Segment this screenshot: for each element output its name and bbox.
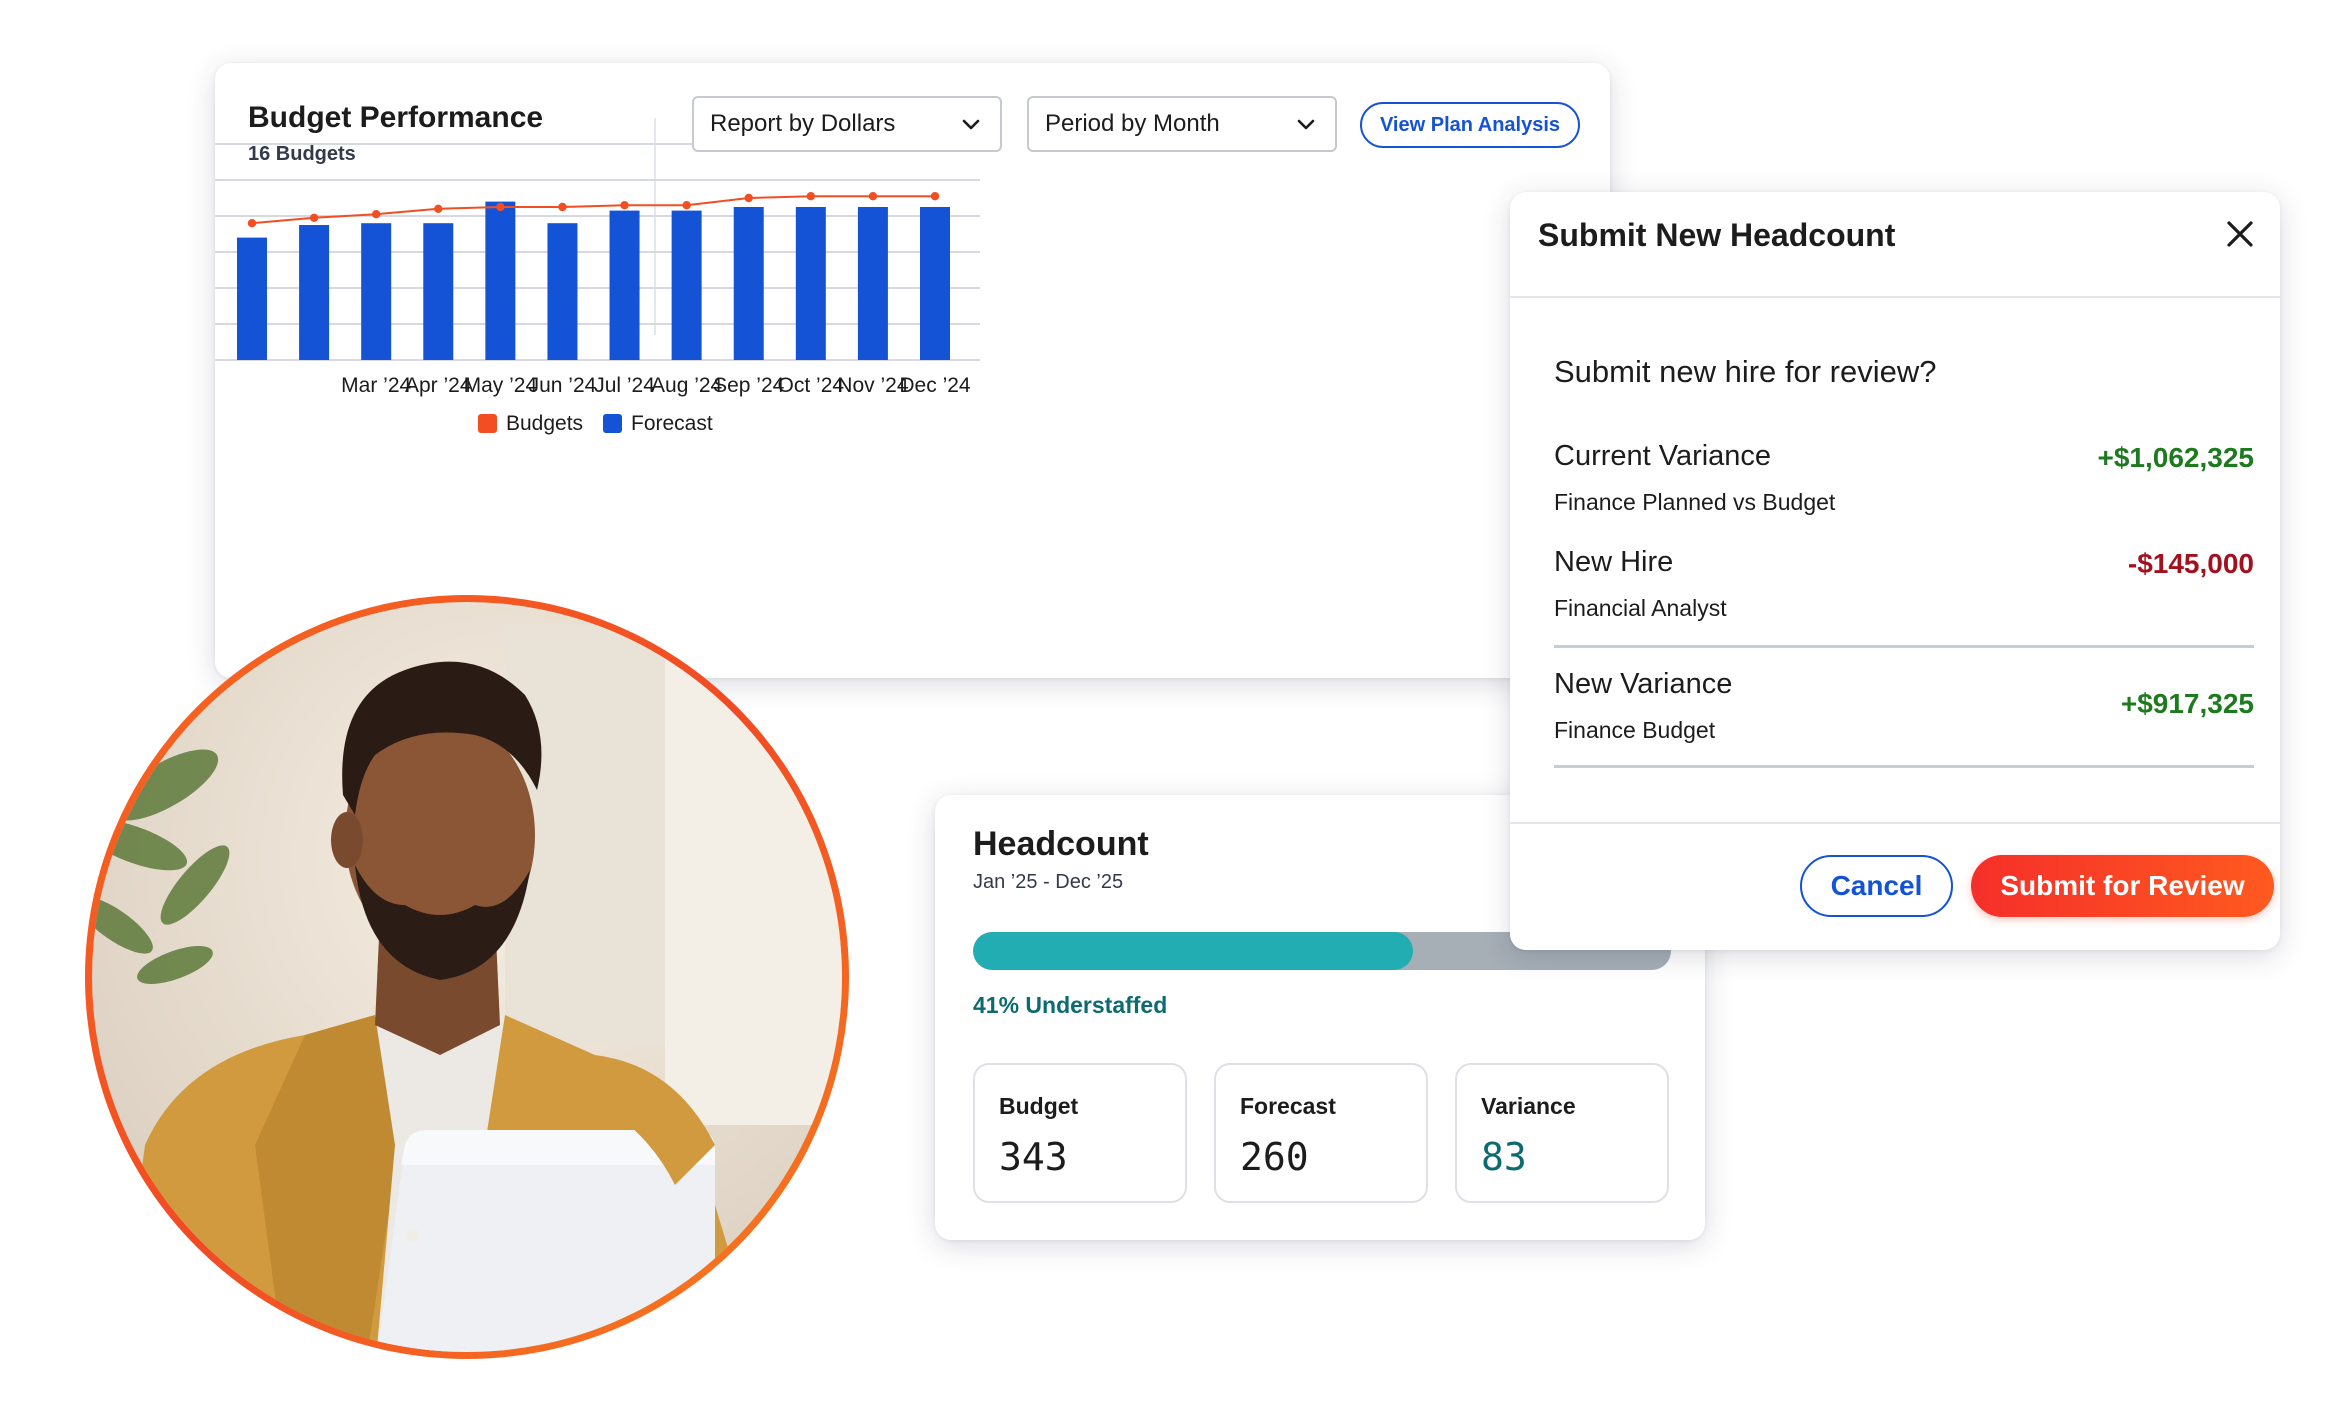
budget-stat: Budget 343 bbox=[973, 1063, 1187, 1203]
new-variance-label: New Variance bbox=[1554, 668, 1733, 700]
period-by-dropdown[interactable]: Period by Month bbox=[1027, 96, 1337, 152]
chevron-down-icon bbox=[1297, 119, 1315, 130]
x-tick-label: Aug ’24 bbox=[651, 374, 723, 397]
forecast-bar bbox=[795, 207, 826, 360]
budgets-point bbox=[371, 210, 381, 219]
budgets-line bbox=[251, 195, 935, 225]
headcount-progress-fill bbox=[973, 932, 1413, 970]
divider bbox=[1510, 296, 2280, 298]
submit-headcount-modal: Submit New Headcount Submit new hire for… bbox=[1510, 192, 2280, 950]
forecast-bar bbox=[547, 223, 578, 360]
x-tick-label: Sep ’24 bbox=[713, 374, 785, 397]
forecast-stat: Forecast 260 bbox=[1214, 1063, 1428, 1203]
current-variance-subtitle: Finance Planned vs Budget bbox=[1554, 489, 1836, 515]
current-variance-amount: +$1,062,325 bbox=[2097, 442, 2255, 473]
budgets-point bbox=[620, 201, 629, 210]
chevron-down-icon bbox=[962, 119, 980, 130]
current-variance-label: Current Variance bbox=[1554, 440, 1772, 472]
chart-title: Budget Performance bbox=[248, 101, 544, 134]
forecast-bar bbox=[299, 225, 330, 360]
variance-stat: Variance 83 bbox=[1455, 1063, 1669, 1203]
new-hire-subtitle: Financial Analyst bbox=[1554, 595, 1727, 621]
report-by-dropdown[interactable]: Report by Dollars bbox=[692, 96, 1002, 152]
budget-count: 16 Budgets bbox=[248, 143, 356, 165]
stat-label: Budget bbox=[999, 1093, 1079, 1119]
staffing-status: 41% Understaffed bbox=[973, 992, 1168, 1018]
legend-label: Budgets bbox=[506, 412, 583, 435]
new-variance-amount: +$917,325 bbox=[2120, 688, 2254, 719]
budgets-point bbox=[247, 219, 257, 228]
submit-for-review-button[interactable]: Submit for Review bbox=[1971, 855, 2274, 917]
divider bbox=[1510, 822, 2280, 824]
budgets-point bbox=[496, 202, 505, 212]
budgets-point bbox=[558, 202, 567, 212]
new-variance-subtitle: Finance Budget bbox=[1554, 717, 1716, 743]
close-icon[interactable] bbox=[2220, 214, 2260, 254]
budgets-point bbox=[682, 201, 691, 210]
x-tick-label: Oct ’24 bbox=[778, 374, 845, 397]
x-tick-label: Jul ’24 bbox=[594, 374, 655, 397]
budgets-point bbox=[434, 204, 443, 213]
modal-question: Submit new hire for review? bbox=[1554, 354, 1937, 389]
forecast-bar bbox=[423, 223, 454, 360]
legend-swatch bbox=[478, 414, 497, 433]
x-tick-label: Apr ’24 bbox=[405, 374, 472, 397]
forecast-bar bbox=[237, 237, 267, 360]
new-hire-label: New Hire bbox=[1554, 546, 1674, 578]
stat-label: Variance bbox=[1481, 1093, 1576, 1119]
stat-value: 260 bbox=[1240, 1135, 1309, 1179]
forecast-bar bbox=[361, 223, 392, 360]
headcount-date-range: Jan ’25 - Dec ’25 bbox=[973, 871, 1124, 893]
modal-title: Submit New Headcount bbox=[1538, 217, 1896, 253]
x-tick-label: Mar ’24 bbox=[341, 374, 411, 397]
forecast-bar bbox=[609, 210, 640, 360]
stat-label: Forecast bbox=[1240, 1093, 1336, 1119]
x-tick-label: Jun ’24 bbox=[529, 374, 597, 397]
stat-value: 343 bbox=[999, 1135, 1068, 1179]
forecast-bar bbox=[857, 207, 888, 360]
legend-swatch bbox=[603, 414, 622, 433]
budgets-point bbox=[744, 193, 753, 203]
divider bbox=[1554, 645, 2254, 648]
x-tick-label: May ’24 bbox=[464, 374, 538, 397]
period-by-value: Period by Month bbox=[1045, 110, 1220, 137]
x-tick-label: Nov ’24 bbox=[837, 374, 909, 397]
headcount-title: Headcount bbox=[973, 825, 1149, 863]
new-hire-amount: -$145,000 bbox=[2127, 548, 2254, 579]
forecast-bar bbox=[733, 207, 764, 360]
report-by-value: Report by Dollars bbox=[710, 110, 896, 137]
divider bbox=[1554, 765, 2254, 768]
budgets-point bbox=[806, 192, 816, 201]
view-plan-analysis-button[interactable]: View Plan Analysis bbox=[1360, 102, 1580, 148]
budgets-point bbox=[868, 192, 878, 201]
x-tick-label: Dec ’24 bbox=[899, 374, 971, 397]
forecast-bar bbox=[485, 201, 516, 360]
cancel-button[interactable]: Cancel bbox=[1800, 855, 1953, 917]
forecast-bar bbox=[671, 210, 702, 360]
stat-value: 83 bbox=[1481, 1135, 1527, 1179]
forecast-bar bbox=[920, 207, 950, 360]
budgets-point bbox=[309, 213, 319, 222]
person-photo bbox=[85, 595, 849, 1359]
budgets-point bbox=[930, 192, 940, 201]
legend-label: Forecast bbox=[631, 412, 713, 435]
